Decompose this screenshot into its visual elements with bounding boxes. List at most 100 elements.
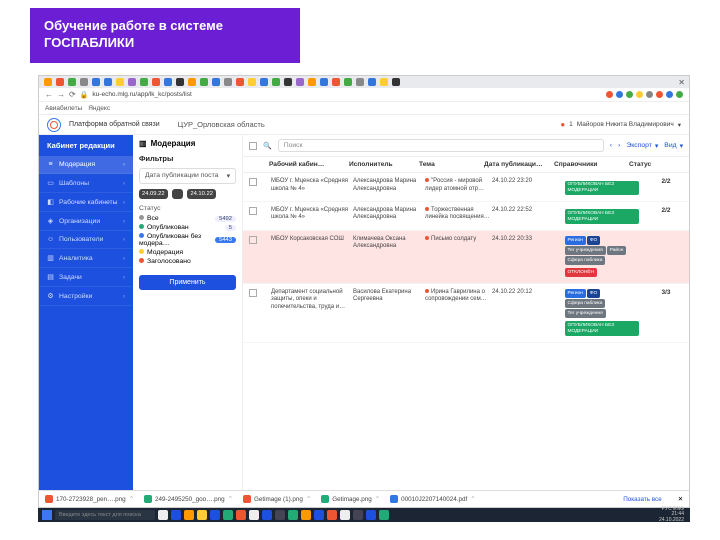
url-text[interactable]: ku-echo.mlg.ru/app/lk_kc/posts/list: [92, 91, 191, 98]
bookmark-2[interactable]: Яндекс: [88, 105, 110, 112]
download-item[interactable]: 170-2723928_pen….png⌃: [45, 495, 134, 503]
status-filter[interactable]: Заголосовано: [139, 258, 236, 265]
sidebar-item-0[interactable]: ≡Модерация›: [39, 156, 133, 174]
apply-button[interactable]: Применить: [139, 275, 236, 290]
cell-org: МБОУ г. Мценска «Средняя школа № 4»: [271, 207, 351, 222]
cell-tags: РегионФОТег учрежденияРайонСфера паблика…: [564, 236, 639, 278]
sidebar-item-label: Организации: [59, 218, 100, 225]
banner-line2: ГОСПАБЛИКИ: [44, 35, 286, 52]
export-link[interactable]: Экспорт ▾: [626, 142, 658, 150]
date-from[interactable]: 24.09.22: [139, 189, 168, 199]
taskbar-clock[interactable]: РУС ENG 21:44 24.10.2022: [659, 507, 686, 524]
cell-person: Климачева Оксана Александровна: [353, 236, 423, 251]
search-icon[interactable]: 🔍: [263, 142, 272, 150]
cell-tags: РегионФОСфера пабликаТег учрежденияОПУБЛ…: [564, 289, 639, 337]
sidebar-item-label: Настройки: [59, 293, 92, 300]
table-toolbar: 🔍 Поиск ‹ › Экспорт ▾ Вид ▾: [243, 135, 689, 157]
sidebar-item-2[interactable]: ◧Рабочие кабинеты›: [39, 193, 133, 212]
status-filter[interactable]: Опубликован5: [139, 224, 236, 231]
download-item[interactable]: Getimage (1).png⌃: [243, 495, 311, 503]
row-checkbox[interactable]: [249, 236, 257, 244]
chevron-down-icon: ▾: [227, 172, 230, 180]
row-checkbox[interactable]: [249, 289, 257, 297]
sidebar-item-7[interactable]: ⚙Настройки›: [39, 287, 133, 306]
sidebar-icon: ◧: [47, 198, 54, 206]
nav-reload-icon[interactable]: ⟳: [69, 90, 76, 99]
cell-date: 24.10.22 22:52: [492, 207, 562, 215]
status-filter[interactable]: Опубликован без модера…5443: [139, 233, 236, 247]
sidebar-item-5[interactable]: ▥Аналитика›: [39, 249, 133, 268]
user-area[interactable]: ● 1 Майоров Никита Владимирович ▾: [560, 120, 681, 129]
col-org[interactable]: Рабочий кабин…: [269, 161, 349, 168]
close-icon[interactable]: ✕: [678, 496, 683, 503]
cell-date: 24.10.22 20:33: [492, 236, 562, 244]
search-input[interactable]: Поиск: [278, 139, 604, 152]
start-button[interactable]: [42, 510, 52, 520]
date-to[interactable]: 24.10.22: [187, 189, 216, 199]
show-all-link[interactable]: Показать все: [623, 496, 661, 503]
browser-tabstrip[interactable]: ✕: [39, 76, 689, 88]
table-row[interactable]: Департамент социальной защиты, опеки и п…: [243, 284, 689, 343]
filters-panel: ▥ Модерация Фильтры Дата публикации пост…: [133, 135, 243, 504]
col-topic[interactable]: Тема: [419, 161, 484, 168]
nav-back-icon[interactable]: ←: [45, 90, 53, 99]
sidebar-item-label: Пользователи: [59, 236, 103, 243]
table-row[interactable]: МБОУ Корсаковская СОШКлимачева Оксана Ал…: [243, 231, 689, 284]
user-name[interactable]: Майоров Никита Владимирович: [577, 121, 674, 128]
sidebar-item-label: Рабочие кабинеты: [59, 199, 118, 206]
main-panel: 🔍 Поиск ‹ › Экспорт ▾ Вид ▾ Рабочий каби…: [243, 135, 689, 504]
view-link[interactable]: Вид ▾: [664, 142, 683, 150]
taskbar-search[interactable]: Введите здесь текст для поиска: [55, 510, 155, 520]
col-ref[interactable]: Справочники: [554, 161, 629, 168]
sidebar-icon: ☺: [47, 236, 54, 243]
cell-person: Александрова Марина Александровна: [353, 178, 423, 193]
windows-taskbar[interactable]: Введите здесь текст для поиска РУС ENG 2…: [38, 508, 690, 522]
cell-ratio: 3/3: [641, 289, 689, 297]
bookmarks-bar[interactable]: Авиабилеты Яндекс: [39, 102, 689, 115]
cell-tags: ОПУБЛИКОВАН БЕЗ МОДЕРАЦИИ: [564, 207, 639, 225]
cell-person: Василова Екатерина Сергеевна: [353, 289, 423, 304]
chevron-down-icon[interactable]: ▾: [678, 121, 681, 129]
select-all-checkbox[interactable]: [249, 142, 257, 150]
url-bar[interactable]: ← → ⟳ 🔒 ku-echo.mlg.ru/app/lk_kc/posts/l…: [39, 88, 689, 102]
table-row[interactable]: МБОУ г. Мценска «Средняя школа № 4»Алекс…: [243, 173, 689, 202]
cell-ratio: 2/2: [641, 178, 689, 186]
cell-org: МБОУ Корсаковская СОШ: [271, 236, 351, 244]
avatar-icon: [676, 91, 683, 98]
date-filter-dropdown[interactable]: Дата публикации поста▾: [139, 168, 236, 184]
sidebar-item-1[interactable]: ▭Шаблоны›: [39, 174, 133, 193]
sidebar-item-4[interactable]: ☺Пользователи›: [39, 231, 133, 249]
lock-icon: 🔒: [80, 91, 89, 99]
col-date[interactable]: Дата публикаци…: [484, 161, 554, 168]
content-area: Кабинет редакции ≡Модерация›▭Шаблоны›◧Ра…: [39, 135, 689, 504]
nav-fwd-icon[interactable]: →: [57, 90, 65, 99]
col-person[interactable]: Исполнитель: [349, 161, 419, 168]
platform-logo-icon: [47, 118, 61, 132]
row-checkbox[interactable]: [249, 207, 257, 215]
status-filter[interactable]: Модерация: [139, 249, 236, 256]
col-status[interactable]: Статус: [629, 161, 679, 168]
table-row[interactable]: МБОУ г. Мценска «Средняя школа № 4»Алекс…: [243, 202, 689, 231]
next-page[interactable]: ›: [618, 142, 620, 149]
bookmark-1[interactable]: Авиабилеты: [45, 105, 82, 112]
notification-icon[interactable]: ●: [560, 120, 565, 129]
cell-ratio: 2/2: [641, 207, 689, 215]
sidebar: Кабинет редакции ≡Модерация›▭Шаблоны›◧Ра…: [39, 135, 133, 504]
date-range[interactable]: 24.09.22 → 24.10.22: [139, 189, 236, 199]
cell-topic: Письмо солдату: [425, 236, 490, 244]
row-checkbox[interactable]: [249, 178, 257, 186]
status-filter[interactable]: Все5492: [139, 215, 236, 222]
prev-page[interactable]: ‹: [610, 142, 612, 149]
download-item[interactable]: 249-2495250_goo….png⌃: [144, 495, 233, 503]
sidebar-item-3[interactable]: ◈Организации›: [39, 212, 133, 231]
file-icon: [144, 495, 152, 503]
breadcrumb[interactable]: ЦУР_Орловская область: [178, 120, 265, 129]
cell-person: Александрова Марина Александровна: [353, 207, 423, 222]
window-close-icon[interactable]: ✕: [678, 78, 685, 87]
sidebar-item-6[interactable]: ▤Задачи›: [39, 268, 133, 287]
sidebar-item-label: Задачи: [59, 274, 82, 281]
platform-name: Платформа обратной связи: [69, 121, 160, 128]
download-item[interactable]: Getimage.png⌃: [321, 495, 380, 503]
sidebar-item-label: Модерация: [59, 161, 95, 168]
download-item[interactable]: 00010J2207140024.pdf⌃: [390, 495, 475, 503]
